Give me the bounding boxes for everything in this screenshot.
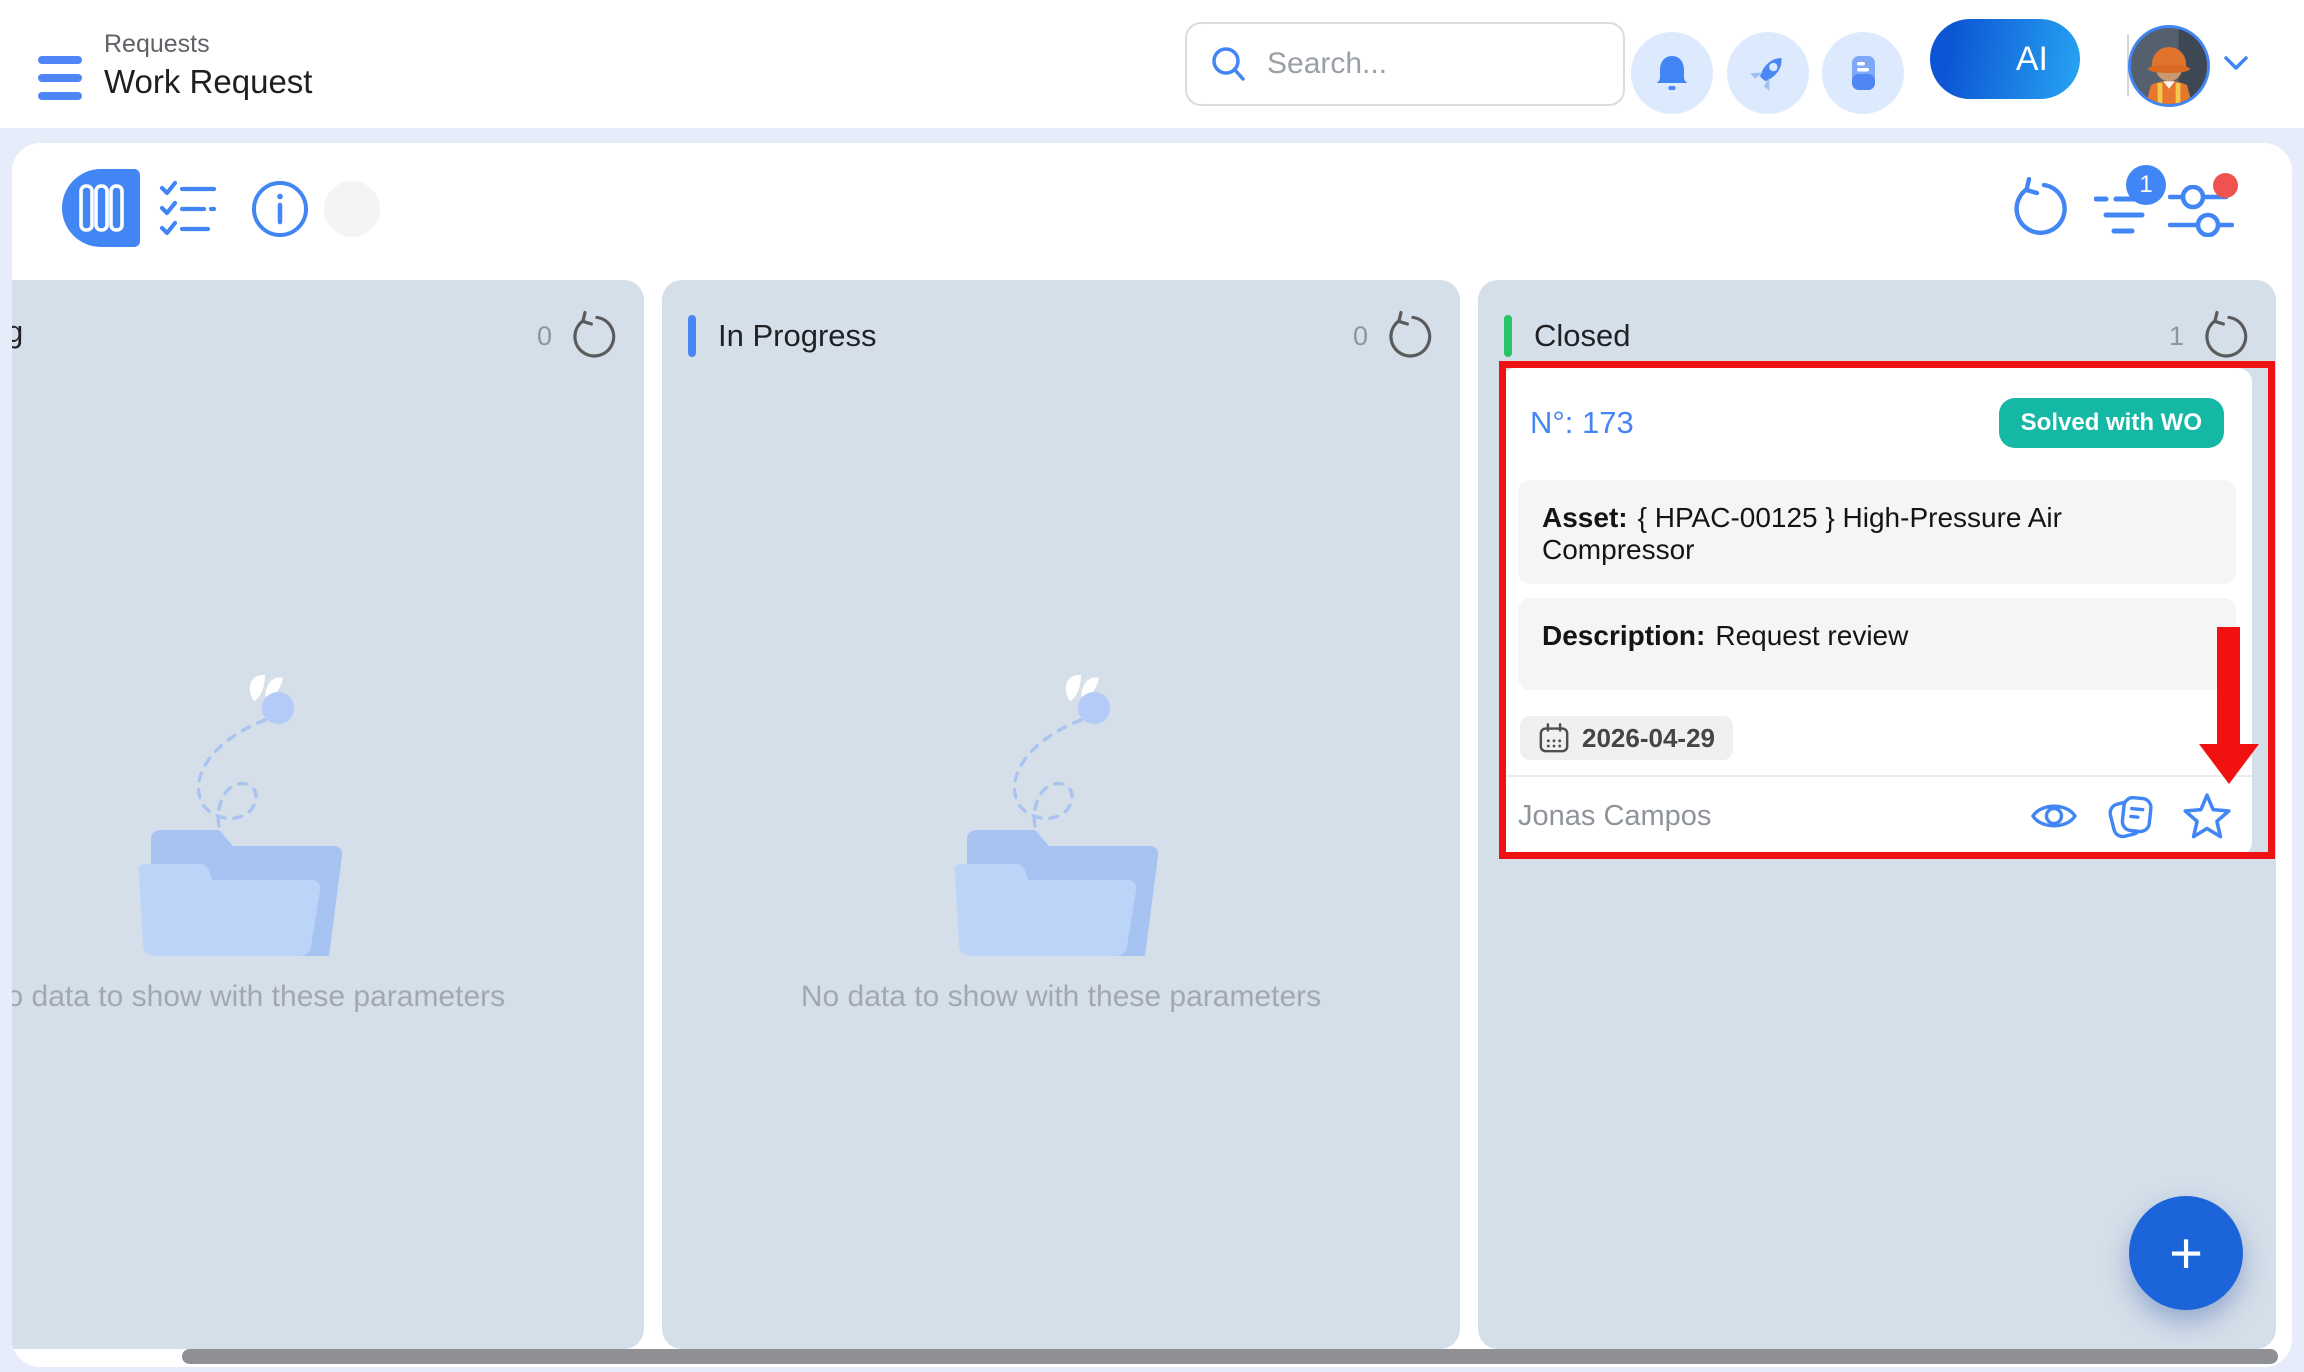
empty-state-text: No data to show with these parameters — [12, 980, 644, 1014]
empty-state-text: No data to show with these parameters — [662, 980, 1460, 1014]
related-documents-button[interactable] — [2104, 790, 2156, 842]
work-request-card[interactable]: N°: 173 Solved with WO Asset:{ HPAC-0012… — [1502, 368, 2252, 856]
kanban-column-in-progress: In Progress 0 No data to — [662, 280, 1460, 1349]
horizontal-scrollbar[interactable] — [182, 1349, 2278, 1364]
avatar[interactable] — [2128, 25, 2210, 107]
page-title: Work Request — [104, 63, 312, 101]
refresh-column-icon[interactable] — [1384, 311, 1434, 361]
description-section: Description: Request review — [1518, 598, 2236, 690]
assistant-button[interactable] — [1727, 32, 1809, 114]
kanban-column-cutoff: g 0 No data to show with — [12, 280, 644, 1349]
requester-name: Jonas Campos — [1518, 800, 1711, 833]
annotation-arrow-head — [2199, 744, 2259, 784]
column-accent-bar — [688, 315, 696, 357]
favorite-star-button[interactable] — [2182, 792, 2232, 840]
add-request-button[interactable]: + — [2129, 1196, 2243, 1310]
refresh-column-icon[interactable] — [2200, 311, 2250, 361]
app-header: Requests Work Request — [0, 0, 2304, 128]
column-title: In Progress — [718, 318, 877, 354]
refresh-column-icon[interactable] — [568, 311, 618, 361]
breadcrumb: Requests — [104, 30, 312, 59]
column-header: g 0 — [12, 298, 644, 374]
asset-section: Asset:{ HPAC-00125 } High-Pressure Air C… — [1518, 480, 2236, 584]
empty-folder-illustration — [931, 674, 1191, 969]
search-icon — [1207, 42, 1251, 86]
info-button[interactable] — [250, 179, 310, 244]
kanban-column-closed: Closed 1 N°: 173 Solved with WO Asset:{ … — [1478, 280, 2276, 1349]
view-list-button[interactable] — [158, 179, 218, 242]
filter-count-badge: 1 — [2126, 165, 2166, 205]
date-chip: 2026-04-29 — [1520, 716, 1733, 760]
board-panel: 1 g 0 — [12, 143, 2292, 1367]
ai-button[interactable]: AI — [1930, 19, 2080, 99]
annotation-arrow — [2217, 627, 2240, 745]
column-header: In Progress 0 — [662, 298, 1460, 374]
search-box[interactable] — [1185, 22, 1625, 106]
kanban-columns-icon — [75, 182, 127, 234]
column-count: 1 — [2169, 321, 2184, 352]
document-icon — [1842, 52, 1884, 94]
empty-folder-illustration — [115, 674, 375, 969]
description-value: Request review — [1715, 620, 1908, 651]
request-date: 2026-04-29 — [1582, 723, 1715, 754]
column-title: g — [12, 314, 23, 350]
rocket-icon — [1744, 49, 1792, 97]
settings-alert-dot — [2213, 173, 2238, 198]
notes-button[interactable] — [1822, 32, 1904, 114]
request-number[interactable]: N°: 173 — [1530, 405, 1634, 441]
refresh-board-button[interactable] — [2008, 177, 2070, 244]
column-count: 0 — [1353, 321, 1368, 352]
search-input[interactable] — [1267, 47, 1603, 81]
menu-icon[interactable] — [38, 56, 82, 100]
account-chevron-down-icon[interactable] — [2221, 52, 2251, 79]
asset-label: Asset: — [1542, 502, 1628, 533]
plus-icon: + — [2169, 1220, 2203, 1287]
view-kanban-button[interactable] — [62, 169, 140, 247]
card-divider — [1502, 775, 2252, 777]
column-header: Closed 1 — [1478, 298, 2276, 374]
status-badge: Solved with WO — [1999, 398, 2224, 448]
bell-icon — [1649, 50, 1695, 96]
column-count: 0 — [537, 321, 552, 352]
view-request-button[interactable] — [2030, 798, 2078, 834]
notifications-button[interactable] — [1631, 32, 1713, 114]
page-title-block: Requests Work Request — [104, 30, 312, 101]
description-label: Description: — [1542, 620, 1705, 651]
column-title: Closed — [1534, 318, 1631, 354]
hidden-toolbar-button — [324, 181, 380, 237]
calendar-icon — [1538, 722, 1570, 754]
column-accent-bar — [1504, 315, 1512, 357]
